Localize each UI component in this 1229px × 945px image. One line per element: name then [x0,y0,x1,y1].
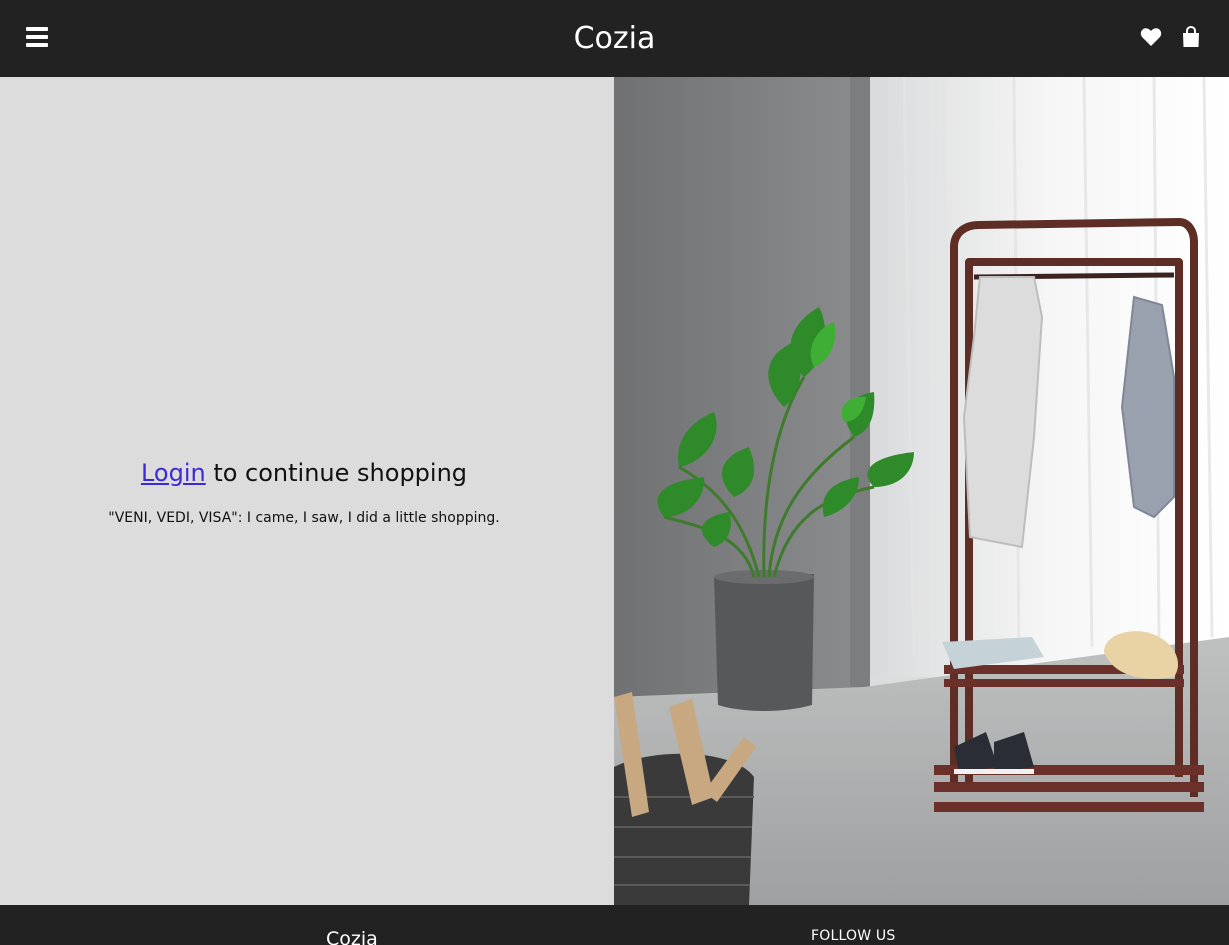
brand-logo-link[interactable]: Cozia [574,21,656,56]
heart-icon[interactable] [1140,27,1162,47]
top-navbar: Cozia [0,0,1229,77]
footer-brand[interactable]: Cozia [326,927,378,945]
follow-us-heading: FOLLOW US [811,928,896,944]
interior-photo-illustration [614,77,1229,905]
login-prompt-text: to continue shopping [205,459,468,487]
login-prompt: Login to continue shopping [0,457,608,489]
login-prompt-panel: Login to continue shopping "VENI, VEDI, … [0,77,614,905]
shopping-quote: "VENI, VEDI, VISA": I came, I saw, I did… [108,510,500,526]
shopping-bag-icon[interactable] [1181,25,1201,48]
footer: Cozia FOLLOW US [0,905,1229,945]
hamburger-menu-icon[interactable] [26,27,48,47]
hero-image [614,77,1229,905]
brand-title: Cozia [0,19,1229,59]
login-link[interactable]: Login [141,459,206,487]
